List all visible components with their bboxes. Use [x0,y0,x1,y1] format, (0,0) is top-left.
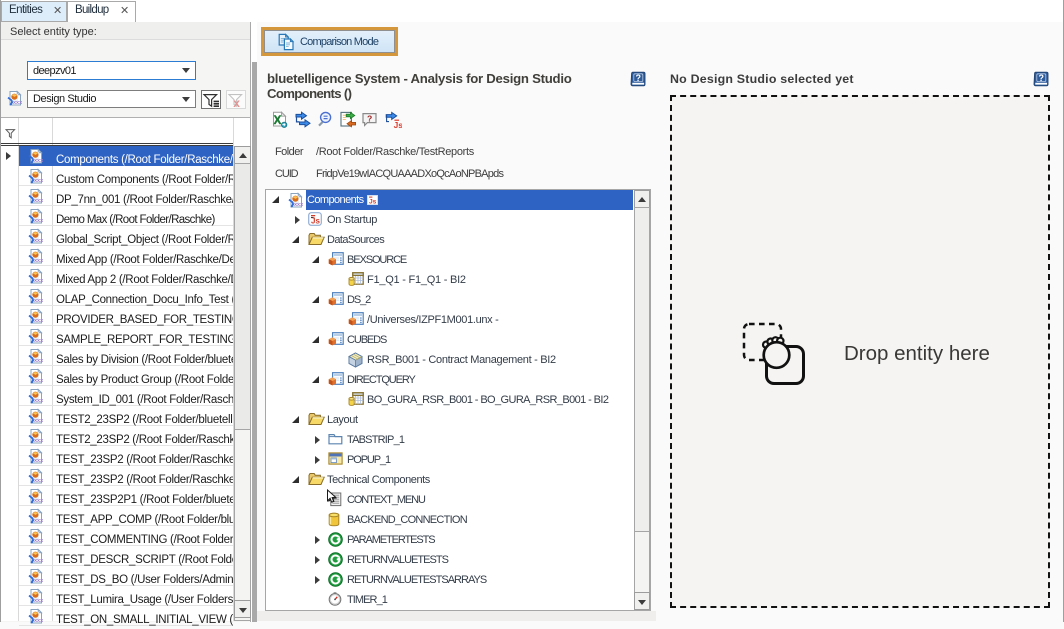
svg-text:Js: Js [394,120,402,129]
svg-text:xxx: xxx [34,298,43,304]
svg-text:xxx: xxx [34,338,43,344]
svg-text:xxx: xxx [34,438,43,444]
svg-text:xxx: xxx [34,218,43,224]
svg-text:xxx: xxx [34,598,43,604]
svg-text:xxx: xxx [34,258,43,264]
svg-text:?: ? [367,113,372,123]
svg-text:xxx: xxx [34,278,43,284]
svg-text:xxx: xxx [34,318,43,324]
svg-text:xxx: xxx [13,100,22,106]
svg-text:xxx: xxx [34,498,43,504]
svg-text:xxx: xxx [34,478,43,484]
svg-text:xxx: xxx [34,178,43,184]
svg-text:xxx: xxx [34,458,43,464]
svg-text:Js: Js [369,199,377,205]
svg-text:xxx: xxx [34,518,43,524]
svg-text:xxx: xxx [34,158,43,164]
svg-text:Js: Js [311,217,320,226]
svg-text:X: X [274,115,282,127]
svg-text:xxx: xxx [34,378,43,384]
svg-text:xxx: xxx [34,418,43,424]
svg-text:xxx: xxx [34,238,43,244]
svg-text:xxx: xxx [34,558,43,564]
svg-text:xxx: xxx [294,202,303,208]
svg-text:xxx: xxx [34,538,43,544]
svg-text:x: x [233,96,240,109]
svg-text:xxx: xxx [34,198,43,204]
svg-text:xxx: xxx [34,618,43,624]
svg-text:?: ? [636,73,642,83]
svg-text:xxx: xxx [34,578,43,584]
svg-text:?: ? [1039,73,1045,83]
svg-text:xxx: xxx [34,398,43,404]
svg-text:xxx: xxx [34,358,43,364]
